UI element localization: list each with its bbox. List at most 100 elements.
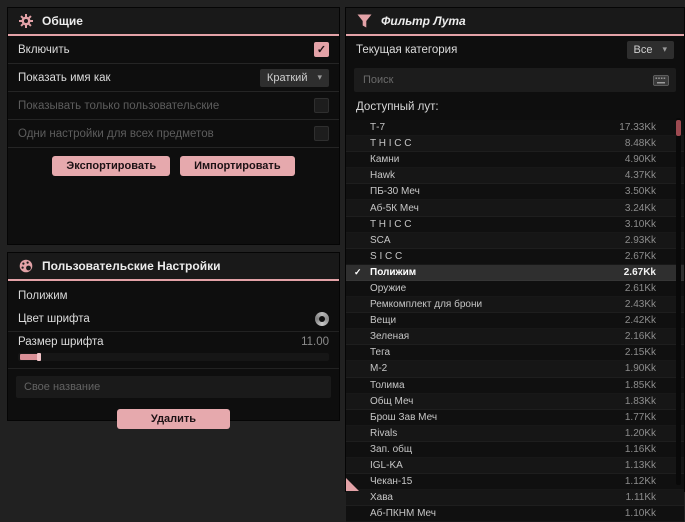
slider-grab[interactable] [20,354,38,360]
loot-item-value: 2.61Kk [624,282,656,294]
search-input[interactable] [361,73,647,87]
loot-filter-titlebar[interactable]: Фильтр Лута [346,8,684,34]
loot-list-item[interactable]: Rivals 1.20Kk [346,426,684,442]
loot-list-item[interactable]: Камни 4.90Kk [346,152,684,168]
category-label: Текущая категория [356,43,458,56]
loot-item-value: 3.50Kk [624,186,656,198]
delete-button[interactable]: Удалить [116,409,231,429]
loot-list: Т-7 17.33Kk T H I C C 8.48Kk Камни 4.90K… [346,120,684,522]
loot-item-name: ПБ-30 Меч [370,186,420,198]
loot-list-item[interactable]: ✓ Полижим 2.67Kk [346,264,684,281]
loot-item-value: 2.67Kk [624,250,656,262]
loot-list-item[interactable]: T H I C C 3.10Kk [346,217,684,233]
loot-list-item[interactable]: Брош Зав Меч 1.77Kk [346,410,684,426]
scrollbar-thumb[interactable] [676,120,681,136]
only-custom-row[interactable]: Показывать только пользовательские [8,92,339,120]
loot-list-item[interactable]: Хава 1.11Kk [346,490,684,506]
font-size-row: Размер шрифта 11.00 [8,332,339,369]
custom-window-title: Пользовательские Настройки [42,259,221,273]
loot-item-name: Брош Зав Меч [370,411,438,423]
export-import-row: Экспортировать Импортировать [8,148,339,176]
loot-list-item[interactable]: Аб-ПКНМ Меч 1.10Kk [346,506,684,522]
loot-item-name: IGL-KA [370,460,403,472]
show-name-combo[interactable]: Краткий ▾ [259,68,329,87]
loot-list-item[interactable]: Ремкомплект для брони 2.43Kk [346,297,684,313]
loot-list-item[interactable]: Тега 2.15Kk [346,345,684,361]
loot-list-item[interactable]: IGL-KA 1.13Kk [346,458,684,474]
palette-icon [19,259,33,273]
only-custom-checkbox[interactable] [314,98,329,113]
loot-item-value: 1.85Kk [624,379,656,391]
font-color-row: Цвет шрифта [8,307,339,332]
loot-item-name: S I C C [370,250,403,262]
loot-item-value: 2.15Kk [624,347,656,359]
custom-titlebar[interactable]: Пользовательские Настройки [8,253,339,279]
loot-item-name: Толима [370,379,405,391]
custom-name-input[interactable] [16,376,331,398]
chevron-down-icon: ▾ [662,44,667,54]
loot-list-item[interactable]: Оружие 2.61Kk [346,281,684,297]
loot-item-name: Камни [370,154,400,166]
loot-list-item[interactable]: Вещи 2.42Kk [346,313,684,329]
loot-item-name: Полижим [370,266,417,278]
same-for-all-row[interactable]: Одни настройки для всех предметов [8,120,339,148]
loot-list-item[interactable]: Hawk 4.37Kk [346,168,684,184]
loot-item-name: Общ Меч [370,395,414,407]
loot-list-item[interactable]: Аб-5К Меч 3.24Kk [346,200,684,216]
resize-grip[interactable] [346,478,359,491]
loot-item-name: Аб-5К Меч [370,202,419,214]
loot-list-item[interactable]: ПБ-30 Меч 3.50Kk [346,184,684,200]
search-bar [354,68,676,92]
loot-item-name: Тега [370,347,391,359]
loot-item-name: Вещи [370,315,397,327]
show-name-label: Показать имя как [18,71,111,84]
enable-row[interactable]: Включить ✓ [8,36,339,64]
export-button[interactable]: Экспортировать [52,156,171,176]
loot-item-value: 3.10Kk [624,218,656,230]
import-button[interactable]: Импортировать [180,156,295,176]
loot-list-item[interactable]: S I C C 2.67Kk [346,249,684,265]
loot-item-value: 1.10Kk [624,508,656,520]
loot-list-item[interactable]: Толима 1.85Kk [346,378,684,394]
general-titlebar[interactable]: Общие [8,8,339,34]
loot-item-name: Т-7 [370,122,385,134]
general-window-title: Общие [42,14,83,28]
font-size-slider[interactable] [18,353,329,361]
only-custom-label: Показывать только пользовательские [18,99,220,112]
loot-item-value: 1.20Kk [624,427,656,439]
loot-item-name: Зап. общ [370,443,413,455]
loot-item-name: Ремкомплект для брони [370,299,483,311]
same-for-all-label: Одни настройки для всех предметов [18,127,214,140]
scrollbar[interactable] [676,118,681,485]
font-size-value: 11.00 [301,336,329,348]
loot-item-value: 1.83Kk [624,395,656,407]
loot-list-item[interactable]: Зап. общ 1.16Kk [346,442,684,458]
loot-filter-window: Фильтр Лута Текущая категория Все ▾ Дост… [346,8,684,522]
loot-item-value: 1.13Kk [624,460,656,472]
enable-checkbox[interactable]: ✓ [314,42,329,57]
loot-list-item[interactable]: T H I C C 8.48Kk [346,136,684,152]
loot-list-item[interactable]: SCA 2.93Kk [346,233,684,249]
loot-item-name: Зеленая [370,331,410,343]
loot-item-name: Hawk [370,170,396,182]
loot-item-name: Rivals [370,427,398,439]
loot-item-value: 2.67Kk [623,266,656,278]
same-for-all-checkbox[interactable] [314,126,329,141]
keyboard-icon[interactable] [653,74,669,86]
loot-item-value: 1.90Kk [624,363,656,375]
loot-item-value: 2.16Kk [624,331,656,343]
loot-item-value: 17.33Kk [619,122,656,134]
loot-list-item[interactable]: Чекан-15 1.12Kk [346,474,684,490]
loot-item-value: 2.42Kk [624,315,656,327]
loot-list-item[interactable]: Т-7 17.33Kk [346,120,684,136]
color-wheel-icon[interactable] [315,312,329,326]
selected-item-name: Полижим [18,290,68,302]
loot-item-value: 3.24Kk [624,202,656,214]
loot-list-item[interactable]: Общ Меч 1.83Kk [346,394,684,410]
loot-list-item[interactable]: Зеленая 2.16Kk [346,329,684,345]
slider-grab-handle[interactable] [37,353,41,361]
loot-item-value: 1.16Kk [624,443,656,455]
loot-list-item[interactable]: М-2 1.90Kk [346,361,684,377]
loot-item-value: 8.48Kk [624,138,656,150]
category-combo[interactable]: Все ▾ [626,40,674,59]
